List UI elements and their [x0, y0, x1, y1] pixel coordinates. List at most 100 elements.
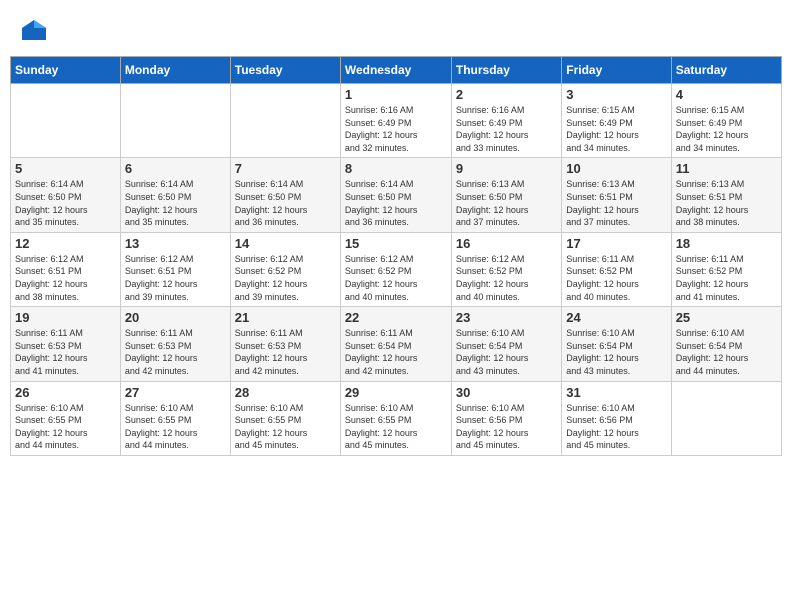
calendar-cell — [11, 84, 121, 158]
calendar-week-row: 12Sunrise: 6:12 AM Sunset: 6:51 PM Dayli… — [11, 232, 782, 306]
day-info: Sunrise: 6:11 AM Sunset: 6:53 PM Dayligh… — [15, 327, 116, 377]
calendar-cell: 18 Sunrise: 6:11 AM Sunset: 6:52 PM Dayli… — [671, 232, 781, 306]
day-info: Sunrise: 6:10 AM Sunset: 6:54 PM Dayligh… — [566, 327, 666, 377]
calendar-cell: 3 Sunrise: 6:15 AM Sunset: 6:49 PM Daylig… — [562, 84, 671, 158]
day-number: 20 — [125, 310, 226, 325]
header-wednesday: Wednesday — [340, 57, 451, 84]
calendar-cell: 29Sunrise: 6:10 AM Sunset: 6:55 PM Dayli… — [340, 381, 451, 455]
day-info: Sunrise: 6:16 AM Sunset: 6:49 PM Dayligh… — [345, 104, 447, 154]
calendar-cell — [230, 84, 340, 158]
day-number: 4 — [676, 87, 777, 102]
calendar-cell: 23Sunrise: 6:10 AM Sunset: 6:54 PM Dayli… — [451, 307, 561, 381]
calendar-cell: 21 Sunrise: 6:11 AM Sunset: 6:53 PM Dayli… — [230, 307, 340, 381]
day-info: Sunrise: 6:12 AM Sunset: 6:51 PM Dayligh… — [125, 253, 226, 303]
day-number: 29 — [345, 385, 447, 400]
day-info: Sunrise: 6:11 AM Sunset: 6:54 PM Dayligh… — [345, 327, 447, 377]
calendar-week-row: 1 Sunrise: 6:16 AM Sunset: 6:49 PM Daylig… — [11, 84, 782, 158]
calendar-cell: 19 Sunrise: 6:11 AM Sunset: 6:53 PM Dayli… — [11, 307, 121, 381]
day-info: Sunrise: 6:11 AM Sunset: 6:53 PM Dayligh… — [235, 327, 336, 377]
calendar-cell: 14 Sunrise: 6:12 AM Sunset: 6:52 PM Dayli… — [230, 232, 340, 306]
calendar-cell: 9 Sunrise: 6:13 AM Sunset: 6:50 PM Daylig… — [451, 158, 561, 232]
day-number: 13 — [125, 236, 226, 251]
calendar-table: SundayMondayTuesdayWednesdayThursdayFrid… — [10, 56, 782, 456]
day-info: Sunrise: 6:14 AM Sunset: 6:50 PM Dayligh… — [235, 178, 336, 228]
day-info: Sunrise: 6:14 AM Sunset: 6:50 PM Dayligh… — [15, 178, 116, 228]
day-number: 5 — [15, 161, 116, 176]
day-info: Sunrise: 6:10 AM Sunset: 6:55 PM Dayligh… — [125, 402, 226, 452]
day-info: Sunrise: 6:10 AM Sunset: 6:54 PM Dayligh… — [676, 327, 777, 377]
day-number: 27 — [125, 385, 226, 400]
day-info: Sunrise: 6:10 AM Sunset: 6:56 PM Dayligh… — [456, 402, 557, 452]
calendar-cell: 22 Sunrise: 6:11 AM Sunset: 6:54 PM Dayli… — [340, 307, 451, 381]
logo — [20, 18, 52, 46]
calendar-cell: 30 Sunrise: 6:10 AM Sunset: 6:56 PM Dayli… — [451, 381, 561, 455]
calendar-week-row: 19 Sunrise: 6:11 AM Sunset: 6:53 PM Dayli… — [11, 307, 782, 381]
day-info: Sunrise: 6:15 AM Sunset: 6:49 PM Dayligh… — [566, 104, 666, 154]
calendar-cell: 8Sunrise: 6:14 AM Sunset: 6:50 PM Daylig… — [340, 158, 451, 232]
day-info: Sunrise: 6:10 AM Sunset: 6:54 PM Dayligh… — [456, 327, 557, 377]
day-number: 30 — [456, 385, 557, 400]
header-friday: Friday — [562, 57, 671, 84]
calendar-cell: 2Sunrise: 6:16 AM Sunset: 6:49 PM Daylig… — [451, 84, 561, 158]
day-number: 22 — [345, 310, 447, 325]
day-number: 21 — [235, 310, 336, 325]
day-info: Sunrise: 6:11 AM Sunset: 6:52 PM Dayligh… — [566, 253, 666, 303]
day-info: Sunrise: 6:12 AM Sunset: 6:52 PM Dayligh… — [456, 253, 557, 303]
day-number: 10 — [566, 161, 666, 176]
header-sunday: Sunday — [11, 57, 121, 84]
calendar-cell: 11Sunrise: 6:13 AM Sunset: 6:51 PM Dayli… — [671, 158, 781, 232]
calendar-cell: 1 Sunrise: 6:16 AM Sunset: 6:49 PM Daylig… — [340, 84, 451, 158]
calendar-cell: 15 Sunrise: 6:12 AM Sunset: 6:52 PM Dayli… — [340, 232, 451, 306]
logo-icon — [20, 18, 48, 46]
calendar-cell: 16Sunrise: 6:12 AM Sunset: 6:52 PM Dayli… — [451, 232, 561, 306]
header-saturday: Saturday — [671, 57, 781, 84]
day-info: Sunrise: 6:11 AM Sunset: 6:52 PM Dayligh… — [676, 253, 777, 303]
day-number: 19 — [15, 310, 116, 325]
day-info: Sunrise: 6:14 AM Sunset: 6:50 PM Dayligh… — [345, 178, 447, 228]
day-info: Sunrise: 6:10 AM Sunset: 6:55 PM Dayligh… — [15, 402, 116, 452]
calendar-cell: 17 Sunrise: 6:11 AM Sunset: 6:52 PM Dayli… — [562, 232, 671, 306]
day-number: 31 — [566, 385, 666, 400]
day-number: 9 — [456, 161, 557, 176]
calendar-cell — [671, 381, 781, 455]
day-number: 24 — [566, 310, 666, 325]
day-number: 7 — [235, 161, 336, 176]
calendar-cell: 25 Sunrise: 6:10 AM Sunset: 6:54 PM Dayli… — [671, 307, 781, 381]
calendar-cell: 12Sunrise: 6:12 AM Sunset: 6:51 PM Dayli… — [11, 232, 121, 306]
day-number: 11 — [676, 161, 777, 176]
day-number: 15 — [345, 236, 447, 251]
header — [10, 10, 782, 50]
calendar-week-row: 26 Sunrise: 6:10 AM Sunset: 6:55 PM Dayli… — [11, 381, 782, 455]
day-number: 1 — [345, 87, 447, 102]
day-number: 26 — [15, 385, 116, 400]
day-info: Sunrise: 6:12 AM Sunset: 6:51 PM Dayligh… — [15, 253, 116, 303]
calendar-cell: 5 Sunrise: 6:14 AM Sunset: 6:50 PM Daylig… — [11, 158, 121, 232]
header-tuesday: Tuesday — [230, 57, 340, 84]
day-info: Sunrise: 6:12 AM Sunset: 6:52 PM Dayligh… — [345, 253, 447, 303]
calendar-header-row: SundayMondayTuesdayWednesdayThursdayFrid… — [11, 57, 782, 84]
calendar-cell: 20 Sunrise: 6:11 AM Sunset: 6:53 PM Dayli… — [120, 307, 230, 381]
day-number: 18 — [676, 236, 777, 251]
day-number: 3 — [566, 87, 666, 102]
calendar-cell: 13 Sunrise: 6:12 AM Sunset: 6:51 PM Dayli… — [120, 232, 230, 306]
day-number: 25 — [676, 310, 777, 325]
day-number: 6 — [125, 161, 226, 176]
day-number: 28 — [235, 385, 336, 400]
day-info: Sunrise: 6:12 AM Sunset: 6:52 PM Dayligh… — [235, 253, 336, 303]
calendar-week-row: 5 Sunrise: 6:14 AM Sunset: 6:50 PM Daylig… — [11, 158, 782, 232]
calendar-cell: 4Sunrise: 6:15 AM Sunset: 6:49 PM Daylig… — [671, 84, 781, 158]
day-info: Sunrise: 6:16 AM Sunset: 6:49 PM Dayligh… — [456, 104, 557, 154]
calendar-cell: 10Sunrise: 6:13 AM Sunset: 6:51 PM Dayli… — [562, 158, 671, 232]
day-info: Sunrise: 6:10 AM Sunset: 6:56 PM Dayligh… — [566, 402, 666, 452]
calendar-cell: 6Sunrise: 6:14 AM Sunset: 6:50 PM Daylig… — [120, 158, 230, 232]
day-info: Sunrise: 6:11 AM Sunset: 6:53 PM Dayligh… — [125, 327, 226, 377]
calendar-cell: 31 Sunrise: 6:10 AM Sunset: 6:56 PM Dayli… — [562, 381, 671, 455]
calendar-cell: 24 Sunrise: 6:10 AM Sunset: 6:54 PM Dayli… — [562, 307, 671, 381]
calendar-cell — [120, 84, 230, 158]
day-info: Sunrise: 6:13 AM Sunset: 6:50 PM Dayligh… — [456, 178, 557, 228]
day-number: 17 — [566, 236, 666, 251]
calendar-cell: 28Sunrise: 6:10 AM Sunset: 6:55 PM Dayli… — [230, 381, 340, 455]
day-number: 14 — [235, 236, 336, 251]
calendar-cell: 26 Sunrise: 6:10 AM Sunset: 6:55 PM Dayli… — [11, 381, 121, 455]
calendar-cell: 27 Sunrise: 6:10 AM Sunset: 6:55 PM Dayli… — [120, 381, 230, 455]
